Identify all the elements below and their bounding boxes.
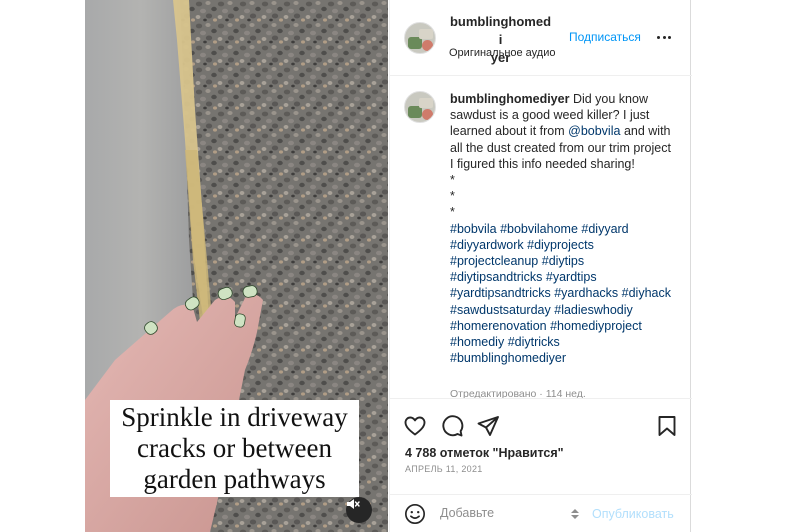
hashtag-link[interactable]: #yardtips — [546, 270, 597, 284]
hashtag-link[interactable]: #yardtipsandtricks — [450, 286, 551, 300]
overlay-line-3: garden pathways — [143, 464, 326, 494]
heart-icon[interactable] — [403, 414, 427, 438]
dot-icon — [662, 35, 666, 39]
bookmark-icon[interactable] — [655, 414, 679, 438]
mute-button[interactable] — [346, 497, 372, 523]
publish-button[interactable]: Опубликовать — [592, 507, 674, 521]
speaker-muted-icon — [347, 499, 360, 509]
hashtag-link[interactable]: #diytips — [542, 254, 584, 268]
add-comment-bar: Опубликовать — [390, 494, 692, 532]
post-actions: 4 788 отметок "Нравится" АПРЕЛЬ 11, 2021 — [390, 398, 692, 494]
hashtag-link[interactable]: #diyyard — [581, 222, 628, 236]
comment-username[interactable]: bumblinghomediyer — [450, 92, 569, 106]
overlay-line-1: Sprinkle in driveway — [121, 402, 348, 432]
hashtag-link[interactable]: #bobvilahome — [500, 222, 578, 236]
hashtag-link[interactable]: #diyprojects — [527, 238, 594, 252]
like-count[interactable]: 4 788 отметок "Нравится" — [405, 446, 564, 460]
dot-icon — [657, 35, 660, 39]
hashtag-list: #bobvila #bobvilahome #diyyard #diyyardw… — [450, 221, 676, 367]
username-line-1: bumblinghomedi — [449, 14, 552, 47]
video-text-overlay: Sprinkle in driveway cracks or between g… — [110, 400, 359, 497]
original-audio-link[interactable]: Оригинальное аудио — [449, 47, 556, 59]
hashtag-link[interactable]: #bobvila — [450, 222, 497, 236]
hashtag-link[interactable]: #ladieswhodiy — [554, 303, 633, 317]
mention-link[interactable]: @bobvila — [568, 124, 620, 138]
hashtag-link[interactable]: #homerenovation — [450, 319, 547, 333]
more-options-button[interactable] — [653, 30, 675, 44]
resize-caret-icon[interactable] — [568, 507, 582, 521]
hashtag-link[interactable]: #sawdustsaturday — [450, 303, 551, 317]
follow-button[interactable]: Подписаться — [569, 30, 641, 44]
post-date[interactable]: АПРЕЛЬ 11, 2021 — [405, 464, 483, 474]
hashtag-link[interactable]: #bumblinghomediyer — [450, 351, 566, 365]
hashtag-link[interactable]: #homediy — [450, 335, 504, 349]
hashtag-link[interactable]: #diytipsandtricks — [450, 270, 542, 284]
hashtag-link[interactable]: #diyyardwork — [450, 238, 524, 252]
hashtag-link[interactable]: #projectcleanup — [450, 254, 538, 268]
comment-icon[interactable] — [440, 414, 464, 438]
separator-star: * — [450, 173, 455, 188]
separator-star: * — [450, 205, 455, 220]
post-details-panel: bumblinghomedi yer Оригинальное аудио По… — [389, 0, 692, 532]
emoji-icon[interactable] — [404, 503, 426, 525]
share-icon[interactable] — [476, 414, 500, 438]
instagram-post-view: Sprinkle in driveway cracks or between g… — [0, 0, 800, 532]
author-avatar[interactable] — [404, 22, 436, 54]
post-video[interactable]: Sprinkle in driveway cracks or between g… — [85, 0, 388, 532]
caption-text: bumblinghomediyer Did you know sawdust i… — [450, 91, 676, 366]
post-header: bumblinghomedi yer Оригинальное аудио По… — [390, 0, 692, 76]
overlay-line-2: cracks or between — [137, 433, 332, 463]
hashtag-link[interactable]: #yardhacks — [554, 286, 618, 300]
separator-star: * — [450, 189, 455, 204]
caption-comment: bumblinghomediyer Did you know sawdust i… — [390, 77, 692, 398]
dot-icon — [668, 35, 671, 39]
commenter-avatar[interactable] — [404, 91, 436, 123]
hashtag-link[interactable]: #homediyproject — [550, 319, 642, 333]
edited-timestamp: Отредактировано · 114 нед. — [450, 388, 586, 398]
hashtag-link[interactable]: #diyhack — [622, 286, 671, 300]
hashtag-link[interactable]: #diytricks — [508, 335, 560, 349]
